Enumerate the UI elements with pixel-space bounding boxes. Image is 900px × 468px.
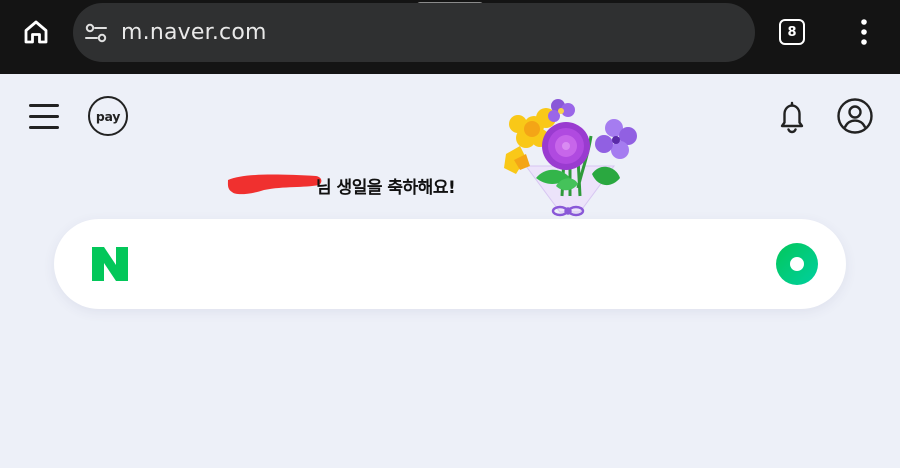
site-info-button[interactable] (83, 20, 109, 46)
green-dot-lens-button[interactable] (776, 243, 818, 285)
search-bar[interactable] (54, 219, 846, 309)
browser-menu-button[interactable] (852, 16, 876, 48)
profile-button[interactable] (836, 97, 874, 135)
home-icon (24, 20, 48, 44)
url-text[interactable]: m.naver.com (121, 20, 267, 45)
notification-button[interactable] (772, 97, 812, 137)
pay-button[interactable]: pay (88, 96, 128, 136)
menu-icon (29, 104, 59, 107)
tab-switcher-button[interactable]: 8 (779, 19, 805, 45)
birthday-greeting: 님 생일을 축하해요! (316, 178, 456, 198)
bell-icon (780, 101, 804, 134)
redacted-name (227, 174, 322, 195)
address-bar[interactable]: m.naver.com (73, 3, 755, 62)
menu-button[interactable] (26, 100, 64, 134)
naver-logo (92, 247, 128, 281)
user-profile-icon (837, 98, 873, 134)
tune-icon (85, 23, 107, 42)
home-button[interactable] (18, 14, 54, 50)
browser-toolbar: m.naver.com 8 (0, 0, 900, 74)
bouquet-illustration[interactable] (496, 96, 646, 222)
pay-label: pay (95, 108, 121, 124)
more-vertical-icon (861, 19, 867, 45)
